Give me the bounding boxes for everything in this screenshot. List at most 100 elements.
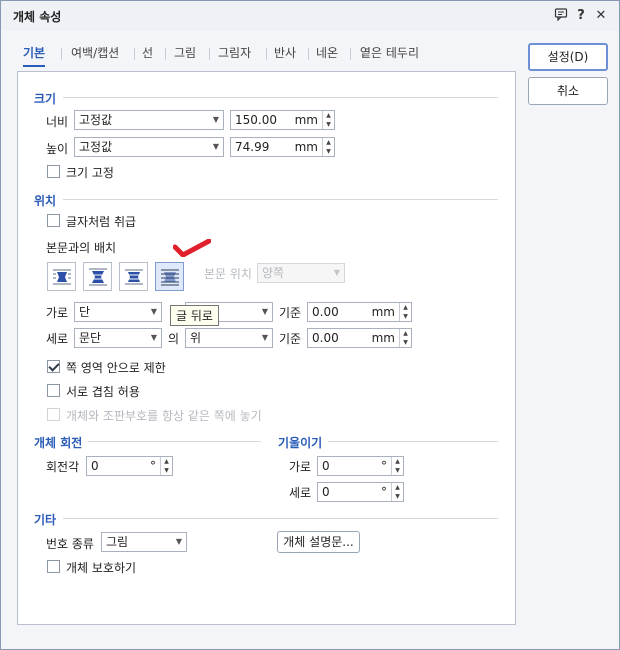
spin-down-icon[interactable]: ▼: [323, 120, 334, 129]
tab-neon[interactable]: 네온: [316, 43, 338, 67]
section-divider: [88, 441, 261, 442]
spin-arrows[interactable]: ▲ ▼: [391, 457, 403, 475]
spin-down-icon[interactable]: ▼: [400, 312, 411, 321]
rotation-angle-label: 회전각: [46, 460, 80, 474]
spin-up-icon[interactable]: ▲: [392, 483, 403, 492]
chevron-down-icon: ▼: [261, 333, 268, 342]
width-label: 너비: [46, 115, 69, 129]
height-spin-input[interactable]: 74.99 mm ▲ ▼: [230, 137, 335, 157]
spin-down-icon[interactable]: ▼: [392, 492, 403, 501]
horz-offset-unit: mm: [371, 305, 395, 319]
skew-horz-input[interactable]: 0 ° ▲ ▼: [317, 456, 404, 476]
chevron-down-icon: ▼: [175, 537, 182, 546]
tab-shadow[interactable]: 그림자: [218, 43, 251, 67]
horz-ref-label: 기준: [279, 306, 302, 320]
wrap-title: 본문과의 배치: [46, 241, 117, 255]
skew-vert-label: 세로: [289, 486, 312, 500]
tab-picture[interactable]: 그림: [174, 43, 196, 67]
tab-reflection[interactable]: 반사: [274, 43, 296, 67]
comment-icon[interactable]: [552, 7, 570, 25]
text-position-label: 본문 위치: [204, 267, 252, 281]
limit-page-checkbox[interactable]: [47, 360, 60, 373]
spin-down-icon[interactable]: ▼: [161, 466, 172, 475]
width-value: 150.00: [235, 113, 277, 127]
skew-section-title: 기울이기: [278, 436, 323, 450]
spin-up-icon[interactable]: ▲: [323, 138, 334, 147]
rotation-angle-input[interactable]: 0 ° ▲ ▼: [86, 456, 173, 476]
object-description-button[interactable]: 개체 설명문...: [277, 531, 360, 553]
wrap-square-button[interactable]: [47, 262, 76, 291]
section-divider: [63, 97, 498, 98]
skew-horz-value: 0: [322, 459, 330, 473]
spin-arrows[interactable]: ▲ ▼: [399, 303, 411, 321]
help-button[interactable]: ?: [572, 7, 590, 25]
wrap-top-bottom-button[interactable]: [83, 262, 112, 291]
vert-ref-select[interactable]: 위 ▼: [185, 328, 273, 348]
horz-offset-value: 0.00: [312, 305, 339, 319]
vert-offset-value: 0.00: [312, 331, 339, 345]
chevron-down-icon: ▼: [212, 142, 219, 151]
tab-separator: [134, 48, 135, 60]
wrap-square-icon: [53, 269, 71, 285]
chevron-down-icon: ▼: [212, 115, 219, 124]
number-type-label: 번호 종류: [46, 537, 94, 551]
close-button[interactable]: ✕: [592, 7, 610, 25]
tab-line[interactable]: 선: [142, 43, 153, 67]
allow-overlap-checkbox[interactable]: [47, 384, 60, 397]
section-divider: [63, 199, 498, 200]
rotation-section-title: 개체 회전: [34, 436, 83, 450]
horz-offset-input[interactable]: 0.00 mm ▲ ▼: [307, 302, 412, 322]
spin-up-icon[interactable]: ▲: [400, 329, 411, 338]
fix-size-checkbox[interactable]: [47, 165, 60, 178]
red-check-mark-icon: [173, 239, 211, 257]
fix-size-label: 크기 고정: [66, 166, 114, 180]
width-spin-input[interactable]: 150.00 mm ▲ ▼: [230, 110, 335, 130]
width-mode-select[interactable]: 고정값 ▼: [74, 110, 224, 130]
wrap-in-front-of-text-button[interactable]: [119, 262, 148, 291]
tab-separator: [209, 48, 210, 60]
spin-up-icon[interactable]: ▲: [323, 111, 334, 120]
tab-margin-caption[interactable]: 여백/캡션: [71, 43, 119, 67]
spin-up-icon[interactable]: ▲: [161, 457, 172, 466]
ok-button[interactable]: 설정(D): [528, 43, 608, 71]
number-type-select[interactable]: 그림 ▼: [101, 532, 187, 552]
vert-mode-select[interactable]: 문단 ▼: [74, 328, 162, 348]
spin-down-icon[interactable]: ▼: [392, 466, 403, 475]
treat-as-char-label: 글자처럼 취급: [66, 215, 137, 229]
treat-as-char-checkbox[interactable]: [47, 214, 60, 227]
vert-mode-value: 문단: [79, 331, 102, 345]
position-section-title: 위치: [34, 194, 57, 208]
spin-arrows[interactable]: ▲ ▼: [322, 111, 334, 129]
tab-basic[interactable]: 기본: [23, 43, 46, 67]
spin-arrows[interactable]: ▲ ▼: [160, 457, 172, 475]
skew-vert-input[interactable]: 0 ° ▲ ▼: [317, 482, 404, 502]
height-mode-value: 고정값: [79, 140, 113, 154]
keep-same-page-label: 개체와 조판부호를 항상 같은 쪽에 놓기: [66, 409, 262, 423]
dialog-title: 개체 속성: [13, 10, 62, 24]
skew-vert-unit: °: [381, 485, 387, 499]
spin-arrows[interactable]: ▲ ▼: [322, 138, 334, 156]
horz-mode-select[interactable]: 단 ▼: [74, 302, 162, 322]
protect-object-checkbox[interactable]: [47, 560, 60, 573]
number-type-value: 그림: [106, 535, 129, 549]
tooltip: 글 뒤로: [170, 305, 219, 326]
height-value: 74.99: [235, 140, 270, 154]
spin-up-icon[interactable]: ▲: [392, 457, 403, 466]
vert-of-label: 의: [168, 332, 180, 346]
vert-ref-value: 위: [190, 331, 202, 345]
spin-down-icon[interactable]: ▼: [400, 338, 411, 347]
vert-offset-unit: mm: [371, 331, 395, 345]
spin-down-icon[interactable]: ▼: [323, 147, 334, 156]
wrap-behind-text-icon: [161, 269, 179, 286]
protect-object-label: 개체 보호하기: [66, 561, 137, 575]
spin-up-icon[interactable]: ▲: [400, 303, 411, 312]
wrap-behind-text-button[interactable]: [155, 262, 184, 291]
spin-arrows[interactable]: ▲ ▼: [399, 329, 411, 347]
vert-label: 세로: [46, 332, 69, 346]
section-divider: [63, 518, 498, 519]
cancel-button[interactable]: 취소: [528, 77, 608, 105]
spin-arrows[interactable]: ▲ ▼: [391, 483, 403, 501]
vert-offset-input[interactable]: 0.00 mm ▲ ▼: [307, 328, 412, 348]
height-mode-select[interactable]: 고정값 ▼: [74, 137, 224, 157]
tab-soft-edge[interactable]: 옅은 테두리: [360, 43, 419, 67]
